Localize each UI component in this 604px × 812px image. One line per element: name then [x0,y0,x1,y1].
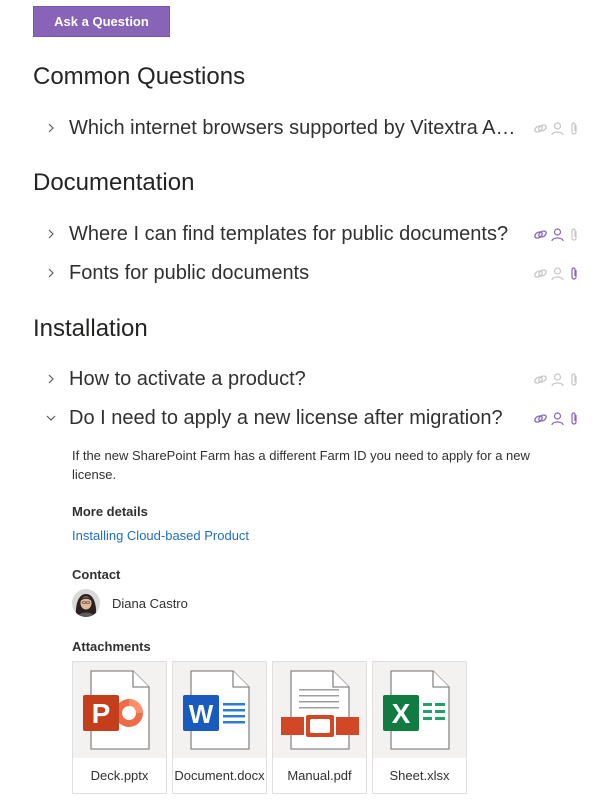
person-icon [550,266,565,281]
attachment-thumbnail: W [173,662,266,758]
section-title-documentation: Documentation [33,169,195,196]
question-text: How to activate a product? [69,367,306,390]
more-details-link[interactable]: Installing Cloud-based Product [72,528,249,543]
svg-text:X: X [391,698,410,729]
xlsx-icon: X [382,670,450,750]
attachment-thumbnail [273,662,366,758]
attachment-icon [567,372,582,387]
attachment-thumbnail: P [73,662,166,758]
contact-card[interactable]: Diana Castro [72,589,188,617]
question-indicators [533,411,582,426]
contact-label: Contact [72,567,121,582]
question-indicators [533,121,582,136]
person-icon [550,411,565,426]
question-text: Do I need to apply a new license after m… [69,406,503,429]
question-row[interactable]: Which internet browsers supported by Vit… [44,113,580,143]
question-indicators [533,372,582,387]
chevron-down-icon[interactable] [44,411,58,425]
svg-text:P: P [91,698,110,729]
attachment-icon [567,266,582,281]
question-row[interactable]: Where I can find templates for public do… [44,219,580,249]
attachments-list: P Deck.pptx W Document.docx Manual.pdf X… [72,661,467,794]
chevron-right-icon[interactable] [44,227,58,241]
question-indicators [533,227,582,242]
question-row[interactable]: Fonts for public documents [44,258,580,288]
attachment-card[interactable]: Manual.pdf [272,661,367,794]
answer-text: If the new SharePoint Farm has a differe… [72,448,530,482]
attachment-icon [567,411,582,426]
person-icon [550,372,565,387]
question-text: Fonts for public documents [69,261,310,284]
section-title-common-questions: Common Questions [33,63,246,90]
link-icon [533,411,548,426]
attachments-label: Attachments [72,639,151,654]
attachment-card[interactable]: X Sheet.xlsx [372,661,467,794]
svg-text:W: W [188,699,213,729]
attachment-name: Deck.pptx [90,768,149,783]
attachment-thumbnail: X [373,662,466,758]
docx-icon: W [182,670,250,750]
link-icon [533,227,548,242]
section-title-installation: Installation [33,315,148,342]
pdf-icon [280,670,359,750]
attachment-icon [567,227,582,242]
person-icon [550,121,565,136]
pptx-icon: P [82,670,150,750]
question-row[interactable]: How to activate a product? [44,364,580,394]
question-indicators [533,266,582,281]
attachment-name: Sheet.xlsx [389,768,450,783]
link-icon [533,372,548,387]
chevron-right-icon[interactable] [44,266,58,280]
attachment-name: Manual.pdf [287,768,352,783]
chevron-right-icon[interactable] [44,121,58,135]
more-details-label: More details [72,504,148,519]
chevron-right-icon[interactable] [44,372,58,386]
attachment-card[interactable]: P Deck.pptx [72,661,167,794]
question-row-expanded[interactable]: Do I need to apply a new license after m… [44,403,580,433]
avatar [72,589,100,617]
contact-name: Diana Castro [112,595,188,611]
attachment-card[interactable]: W Document.docx [172,661,267,794]
ask-question-button[interactable]: Ask a Question [33,6,170,37]
attachment-icon [567,121,582,136]
attachment-name: Document.docx [174,768,265,783]
person-icon [550,227,565,242]
link-icon [533,121,548,136]
link-icon [533,266,548,281]
question-text: Where I can find templates for public do… [69,222,509,245]
question-text: Which internet browsers supported by Vit… [69,116,525,139]
